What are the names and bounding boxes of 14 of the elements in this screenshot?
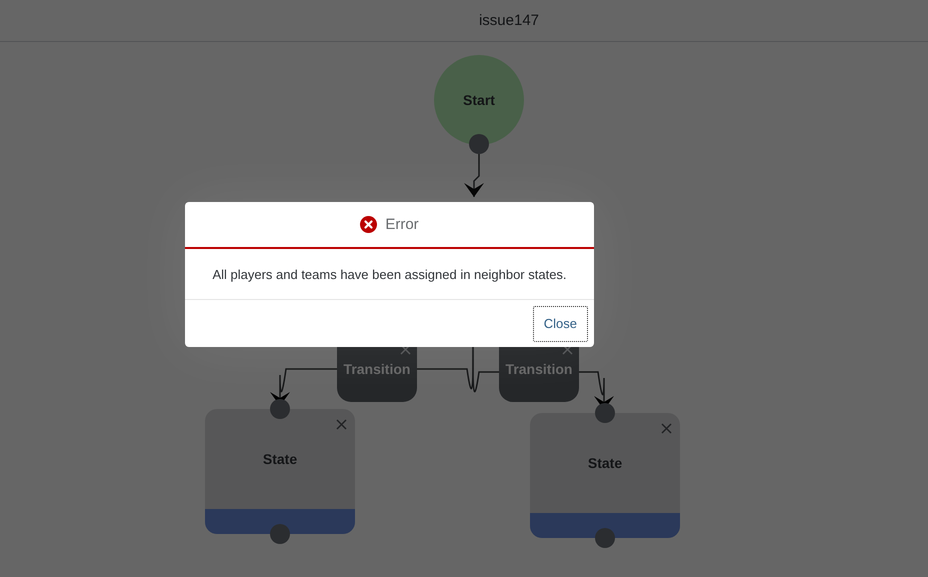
state-node[interactable]: State bbox=[530, 413, 680, 538]
close-button[interactable]: Close bbox=[532, 306, 588, 342]
error-icon bbox=[360, 216, 378, 233]
port-dot[interactable] bbox=[270, 399, 290, 419]
connector-arrow bbox=[464, 154, 484, 197]
port-dot[interactable] bbox=[595, 403, 615, 423]
state-node[interactable]: State bbox=[205, 409, 355, 534]
start-node[interactable]: Start bbox=[434, 55, 524, 145]
port-dot[interactable] bbox=[469, 134, 489, 154]
page-title: issue147 bbox=[478, 12, 540, 29]
port-dot[interactable] bbox=[595, 528, 615, 548]
dialog-title: Error bbox=[385, 216, 419, 233]
error-message: All players and teams have been assigned in neighbor states. bbox=[212, 266, 567, 282]
port-dot[interactable] bbox=[270, 524, 290, 544]
